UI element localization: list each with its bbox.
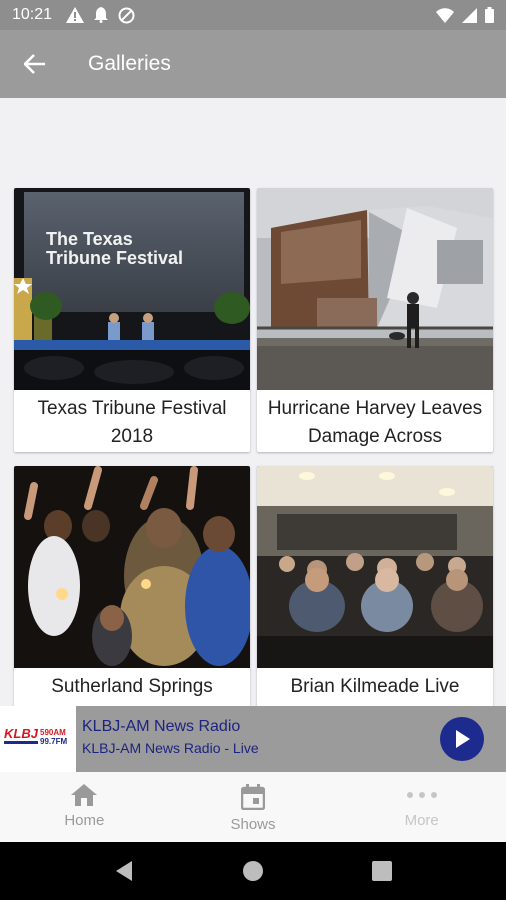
gallery-card-hurricane-harvey[interactable]: Hurricane Harvey Leaves Damage Across — [257, 188, 493, 452]
nav-item-shows[interactable]: Shows — [169, 772, 338, 842]
signal-icon — [462, 7, 477, 23]
gallery-grid: The Texas Tribune Festival Texas Tribune… — [0, 98, 506, 706]
notification-bell-icon — [94, 7, 109, 23]
gallery-caption: Sutherland Springs — [51, 676, 213, 697]
station-logo: KLBJ 590AM 99.7FM — [0, 706, 76, 772]
battery-icon — [485, 7, 494, 23]
wifi-icon — [436, 7, 454, 23]
gallery-card-texas-tribune[interactable]: The Texas Tribune Festival Texas Tribune… — [14, 188, 250, 452]
player-station: KLBJ-AM News Radio — [82, 718, 241, 735]
home-icon — [71, 784, 98, 806]
system-home-icon[interactable] — [242, 860, 264, 882]
gallery-photo — [257, 466, 493, 668]
system-recents-icon[interactable] — [372, 861, 392, 881]
logo-fm: 99.7FM — [40, 737, 67, 746]
klbj-logo: KLBJ 590AM 99.7FM — [4, 726, 67, 746]
system-back-icon[interactable] — [114, 860, 134, 882]
gallery-photo: The Texas Tribune Festival — [14, 188, 250, 390]
more-dots-icon — [406, 792, 437, 798]
gallery-card-sutherland-springs[interactable]: Sutherland Springs — [14, 466, 250, 706]
calendar-icon — [241, 784, 265, 810]
play-button[interactable] — [440, 717, 484, 761]
back-button[interactable] — [0, 30, 70, 98]
warning-icon — [66, 7, 85, 23]
screen-text-line1: The Texas — [46, 229, 133, 249]
gallery-caption: Brian Kilmeade Live — [290, 676, 460, 697]
logo-am: 590AM — [40, 728, 66, 737]
player-subtitle: KLBJ-AM News Radio - Live — [82, 740, 259, 756]
app-bar: Galleries — [0, 30, 506, 98]
nav-item-more[interactable]: More — [337, 772, 506, 842]
gallery-card-brian-kilmeade[interactable]: Brian Kilmeade Live — [257, 466, 493, 706]
logo-text: KLBJ — [4, 726, 39, 741]
nav-label-shows: Shows — [230, 816, 276, 833]
nav-item-home[interactable]: Home — [0, 772, 169, 842]
gallery-photo — [14, 466, 250, 668]
system-nav-bar — [0, 842, 506, 900]
gallery-caption: Hurricane Harvey Leaves Damage Across — [267, 398, 483, 447]
status-time: 10:21 — [12, 6, 53, 23]
page-title: Galleries — [88, 52, 171, 75]
bottom-nav: Home Shows More — [0, 772, 506, 842]
gallery-photo — [257, 188, 493, 390]
arrow-back-icon — [24, 54, 45, 74]
nav-label-more: More — [404, 812, 439, 829]
player-info[interactable]: KLBJ-AM News Radio KLBJ-AM News Radio - … — [76, 706, 440, 772]
nav-label-home: Home — [64, 812, 105, 829]
status-bar: 10:21 — [0, 0, 506, 30]
play-icon — [456, 730, 470, 748]
data-saver-icon — [118, 7, 135, 23]
gallery-caption: Texas Tribune Festival 2018 — [37, 398, 227, 447]
mini-player[interactable]: KLBJ 590AM 99.7FM KLBJ-AM News Radio KLB… — [0, 706, 506, 772]
screen-text-line2: Tribune Festival — [46, 248, 183, 268]
